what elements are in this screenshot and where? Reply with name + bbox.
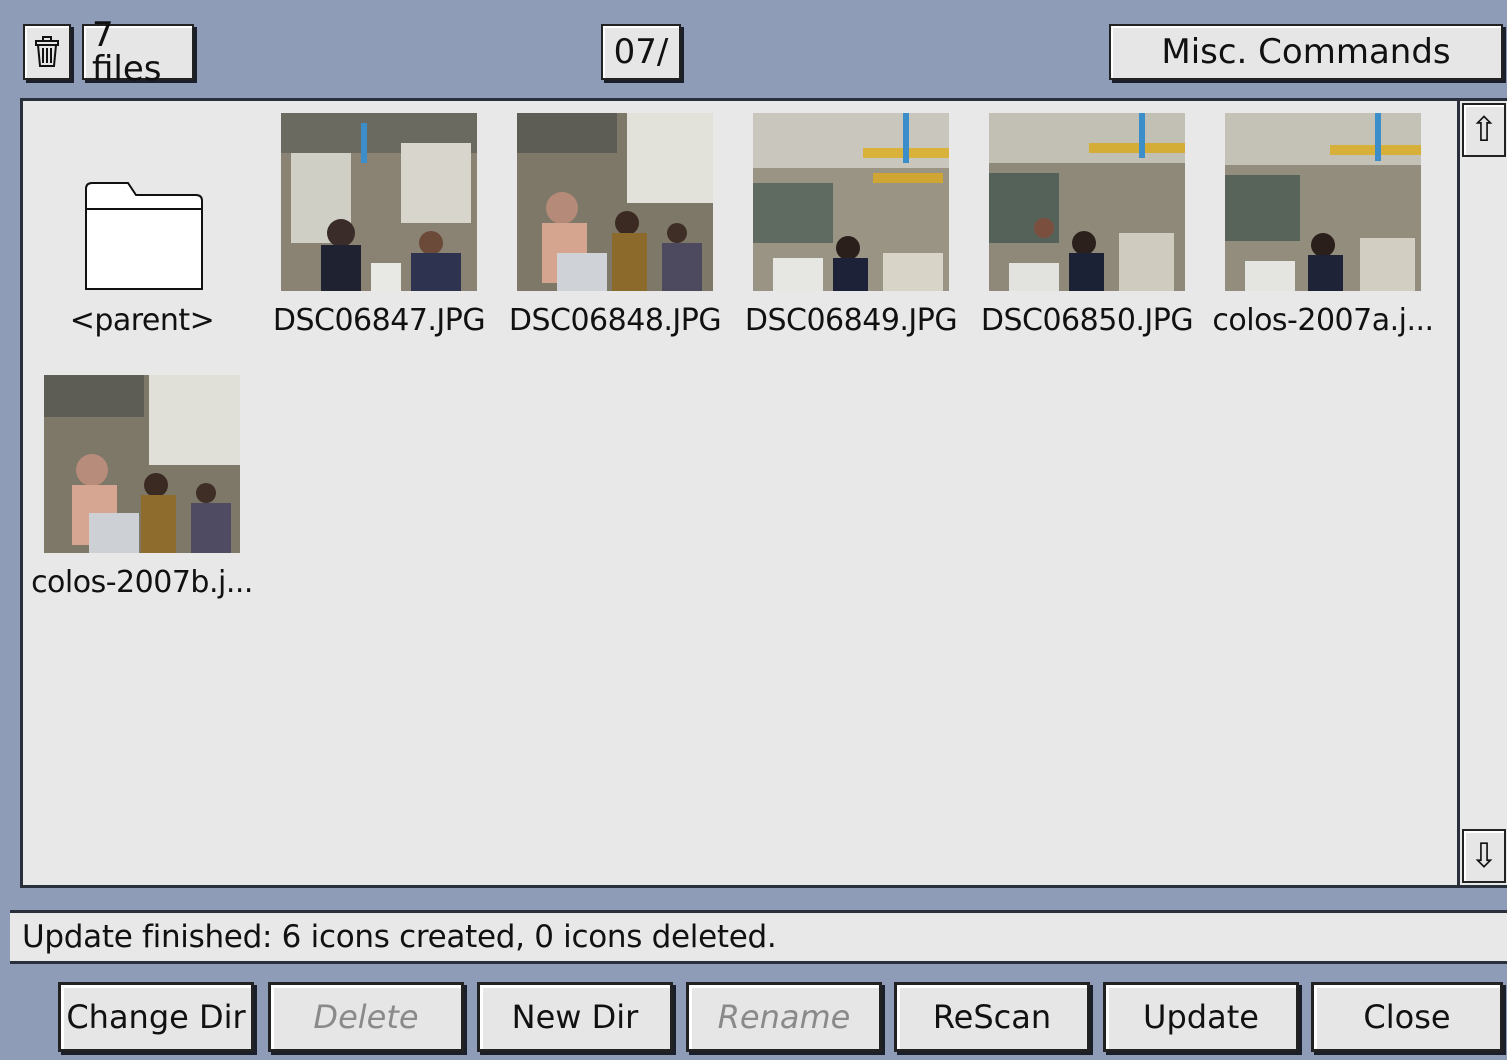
new-dir-button[interactable]: New Dir [477,982,673,1052]
file-name: DSC06848.JPG [508,303,722,338]
path-button[interactable]: 07/ [601,24,681,80]
file-manager-window: 7 files 07/ Misc. Commands <parent> DSC0… [0,0,1507,1060]
image-thumbnail [753,113,949,291]
file-item-dsc06848[interactable]: DSC06848.JPG [497,113,733,338]
status-bar: Update finished: 6 icons created, 0 icon… [10,910,1507,964]
trash-icon-glyph [35,36,59,67]
file-item-dsc06847[interactable]: DSC06847.JPG [261,113,497,338]
rescan-button[interactable]: ReScan [894,982,1090,1052]
image-thumbnail [281,113,477,291]
close-button[interactable]: Close [1311,982,1503,1052]
scroll-down-arrow-icon[interactable]: ⇩ [1462,829,1506,883]
rename-button[interactable]: Rename [686,982,882,1052]
file-icon-panel: <parent> DSC06847.JPG DSC06848.JPG DSC06… [20,98,1507,888]
scroll-up-arrow-icon[interactable]: ⇧ [1462,103,1506,157]
image-thumbnail [989,113,1185,291]
file-item-dsc06850[interactable]: DSC06850.JPG [969,113,1205,338]
change-dir-button[interactable]: Change Dir [58,982,254,1052]
image-thumbnail [517,113,713,291]
file-grid: <parent> DSC06847.JPG DSC06848.JPG DSC06… [23,101,1455,885]
file-item-colos-2007a[interactable]: colos-2007a.j... [1205,113,1441,338]
file-item-colos-2007b[interactable]: colos-2007b.j... [24,375,260,600]
file-name: colos-2007a.j... [1212,303,1434,338]
image-thumbnail [44,375,240,553]
file-item-parent[interactable]: <parent> [24,113,260,338]
update-button[interactable]: Update [1103,982,1299,1052]
misc-commands-button[interactable]: Misc. Commands [1109,24,1503,80]
delete-button[interactable]: Delete [268,982,464,1052]
file-name: colos-2007b.j... [31,565,253,600]
image-thumbnail [1225,113,1421,291]
file-item-dsc06849[interactable]: DSC06849.JPG [733,113,969,338]
file-name: DSC06850.JPG [980,303,1194,338]
trash-icon[interactable] [23,24,71,80]
file-name: DSC06849.JPG [744,303,958,338]
vertical-scrollbar[interactable]: ⇧ ⇩ [1457,101,1507,885]
file-name: <parent> [69,303,215,338]
file-count-label: 7 files [82,18,194,86]
file-name: DSC06847.JPG [272,303,486,338]
folder-icon [44,113,240,291]
